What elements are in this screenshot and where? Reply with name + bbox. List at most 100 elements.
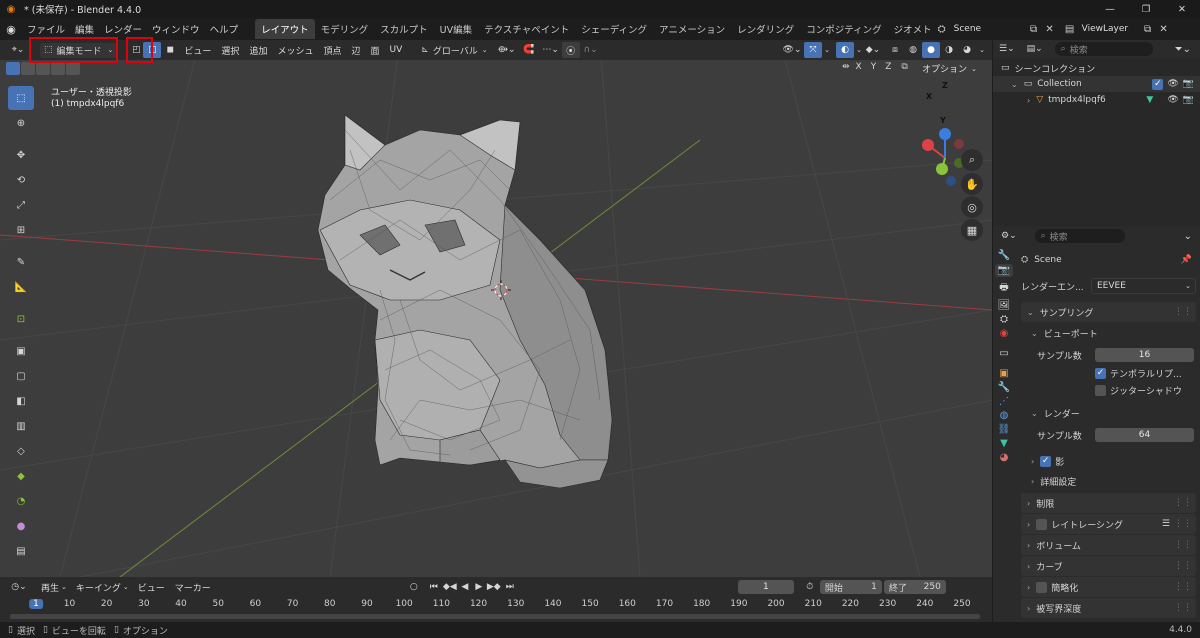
viewlayer-icon[interactable]: ▤: [1058, 24, 1082, 35]
render-tab-icon[interactable]: 📷: [994, 264, 1014, 277]
maximize-button[interactable]: ❐: [1128, 4, 1164, 15]
menu-help[interactable]: ヘルプ: [205, 22, 244, 36]
axis-y-toggle[interactable]: Y: [868, 62, 880, 72]
measure-tool-icon[interactable]: 📐: [8, 275, 34, 299]
poly-build-tool-icon[interactable]: ◆: [8, 464, 34, 488]
smooth-tool-icon[interactable]: ●: [8, 514, 34, 538]
output-tab-icon[interactable]: 🖶: [999, 280, 1008, 297]
outliner-editor-icon[interactable]: ☰⌄: [999, 44, 1015, 54]
menu-render[interactable]: レンダー: [99, 22, 147, 36]
select-box-tool-icon[interactable]: ⬚: [8, 86, 34, 110]
shading-dropdown-icon[interactable]: ⌄: [976, 42, 988, 58]
scene-tab-icon[interactable]: ⛭: [1000, 314, 1008, 325]
modifier-tab-icon[interactable]: 🔧: [998, 382, 1010, 393]
drag-handle-icon[interactable]: ⋮⋮: [1174, 582, 1192, 592]
constraints-tab-icon[interactable]: ⛓: [998, 424, 1011, 435]
jitter-row[interactable]: ジッターシャドウ: [1017, 382, 1200, 399]
collapse-icon[interactable]: ⌄: [1011, 80, 1018, 89]
filter-icon[interactable]: ⏷⌄: [1175, 44, 1191, 55]
mirror-icon[interactable]: ⇹: [842, 62, 850, 72]
blender-menu-icon[interactable]: ◉: [0, 23, 22, 36]
tab-geometry[interactable]: ジオメトリ: [888, 19, 930, 39]
outliner-scene-collection[interactable]: ▭ シーンコレクション: [993, 60, 1200, 76]
render-samples-field[interactable]: 64: [1095, 428, 1194, 442]
outliner-search[interactable]: ⌕ 検索: [1054, 42, 1153, 56]
xray-icon[interactable]: ⧈: [886, 42, 904, 58]
view-layer-tab-icon[interactable]: 🖼: [998, 300, 1011, 311]
gizmo-dropdown-icon[interactable]: ⌄: [822, 42, 832, 58]
3d-viewport[interactable]: X Y Z ユーザー・透視投影 (1) tmpdx4lpqf6 ⌕ ✋ ◎ ▦ …: [0, 40, 992, 577]
world-tab-icon[interactable]: ◉: [1000, 328, 1009, 339]
perspective-grid-icon[interactable]: ▦: [961, 219, 983, 241]
bevel-tool-icon[interactable]: ◧: [8, 389, 34, 413]
viewport-samples-field[interactable]: 16: [1095, 348, 1194, 362]
drag-handle-icon[interactable]: ⋮⋮: [1174, 307, 1192, 317]
drag-handle-icon[interactable]: ⋮⋮: [1174, 540, 1192, 550]
timeline-scrollbar[interactable]: [10, 614, 980, 619]
overlay-toggle-icon[interactable]: ◐: [836, 42, 854, 58]
overlay-dropdown-icon[interactable]: ⌄: [854, 42, 864, 58]
options-dropdown[interactable]: オプション ⌄: [922, 62, 977, 76]
knife-tool-icon[interactable]: ◇: [8, 439, 34, 463]
select-new-icon[interactable]: [6, 62, 20, 75]
mesh-edit-overlay-icon[interactable]: ◆⌄: [864, 42, 882, 58]
mesh-data-icon[interactable]: ▼: [1146, 95, 1153, 105]
temporal-checkbox[interactable]: ✓: [1095, 368, 1106, 379]
proportional-edit-icon[interactable]: ⦿: [561, 42, 580, 58]
tab-animation[interactable]: アニメーション: [653, 19, 731, 39]
sampling-panel-header[interactable]: ⌄ サンプリング ⋮⋮: [1021, 302, 1196, 322]
menu-add[interactable]: 追加: [244, 42, 272, 59]
snap-icon[interactable]: 🧲: [518, 42, 540, 58]
gizmo-x-label[interactable]: X: [926, 92, 932, 101]
jitter-checkbox[interactable]: [1095, 385, 1106, 396]
pin-icon[interactable]: 📌: [1181, 255, 1192, 265]
panel-simplify[interactable]: › 簡略化 ⋮⋮: [1021, 577, 1196, 597]
menu-file[interactable]: ファイル: [22, 22, 70, 36]
panel-curves[interactable]: › カーブ ⋮⋮: [1021, 556, 1196, 576]
select-subtract-icon[interactable]: [36, 62, 50, 75]
face-select-icon[interactable]: ◼: [161, 42, 179, 58]
camera-icon[interactable]: 📷: [1183, 79, 1194, 89]
inset-tool-icon[interactable]: ▢: [8, 364, 34, 388]
delete-scene-icon[interactable]: ✕: [1042, 24, 1058, 35]
camera-icon[interactable]: 📷: [1183, 95, 1194, 105]
viewlayer-selector[interactable]: ViewLayer: [1082, 24, 1140, 34]
axis-z-toggle[interactable]: Z: [882, 62, 894, 72]
tab-texture-paint[interactable]: テクスチャペイント: [478, 19, 575, 39]
rendered-shading-icon[interactable]: ◕: [958, 42, 976, 58]
snap-target-icon[interactable]: ⋯⌄: [540, 42, 562, 58]
drag-handle-icon[interactable]: ⋮⋮: [1174, 519, 1192, 529]
render-subpanel-header[interactable]: ⌄ レンダー: [1017, 403, 1200, 423]
eye-icon[interactable]: 👁: [1167, 79, 1178, 89]
menu-select[interactable]: 選択: [216, 42, 244, 59]
falloff-icon[interactable]: ∩⌄: [580, 42, 602, 58]
tab-sculpt[interactable]: スカルプト: [374, 19, 434, 39]
solid-shading-icon[interactable]: ●: [922, 42, 940, 58]
extrude-tool-icon[interactable]: ▣: [8, 339, 34, 363]
collapse-panel-icon[interactable]: ⌄: [1184, 231, 1192, 242]
zoom-icon[interactable]: ⌕: [961, 149, 983, 171]
advanced-row[interactable]: › 詳細設定: [1017, 471, 1200, 491]
scene-icon[interactable]: ⛭: [930, 24, 954, 35]
visibility-icon[interactable]: 👁⌄: [780, 42, 804, 58]
axis-x-toggle[interactable]: X: [853, 62, 865, 72]
expand-icon[interactable]: ›: [1027, 96, 1030, 105]
current-frame-marker[interactable]: 1: [29, 599, 43, 609]
physics-tab-icon[interactable]: ◍: [1000, 410, 1009, 421]
tab-layout[interactable]: レイアウト: [255, 19, 315, 39]
display-mode-icon[interactable]: ▤⌄: [1027, 44, 1043, 54]
scale-tool-icon[interactable]: ⤢: [8, 193, 34, 217]
minimize-button[interactable]: —: [1092, 4, 1128, 15]
panel-limits[interactable]: › 制限 ⋮⋮: [1021, 493, 1196, 513]
editor-type-icon[interactable]: ⌖⌄: [6, 42, 30, 58]
tab-compositing[interactable]: コンポジティング: [800, 19, 887, 39]
close-button[interactable]: ✕: [1164, 4, 1200, 15]
render-engine-dropdown[interactable]: EEVEE ⌄: [1091, 278, 1196, 294]
menu-edit[interactable]: 編集: [70, 22, 99, 36]
raytracing-checkbox[interactable]: [1036, 518, 1048, 530]
data-tab-icon[interactable]: ▼: [1000, 438, 1008, 449]
panel-raytracing[interactable]: › レイトレーシング ☰ ⋮⋮: [1021, 514, 1196, 534]
tool-tab-icon[interactable]: 🔧: [998, 250, 1010, 261]
menu-vertex[interactable]: 頂点: [318, 42, 346, 59]
menu-view[interactable]: ビュー: [179, 42, 216, 59]
